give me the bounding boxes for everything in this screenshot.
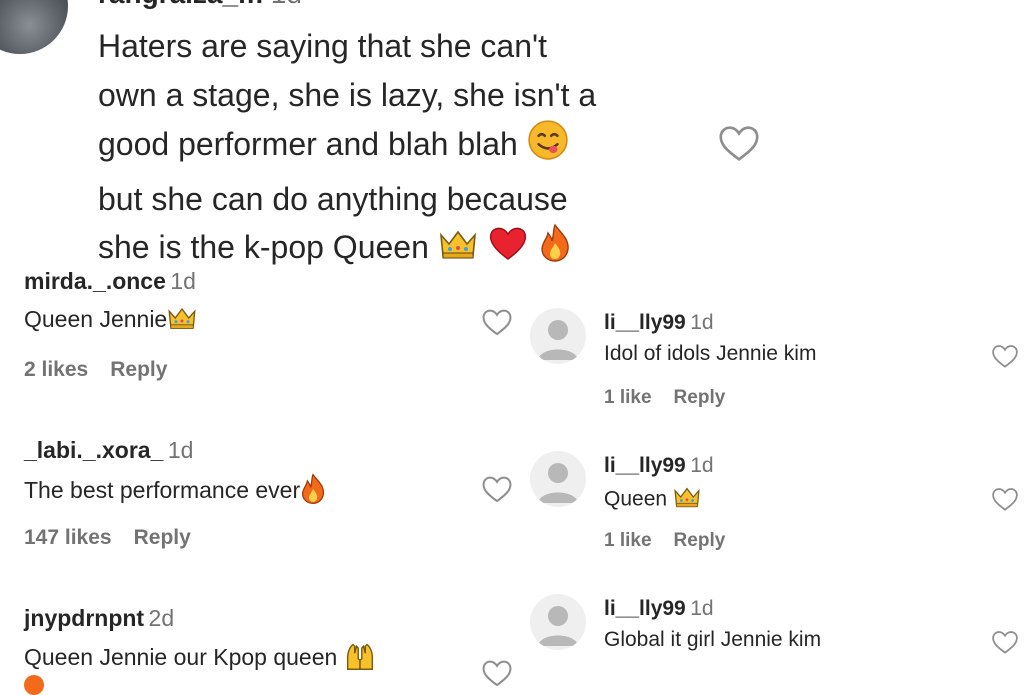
avatar[interactable] <box>0 0 68 54</box>
default-avatar-icon[interactable] <box>530 451 586 507</box>
comment-header: li__lly99 1d <box>604 311 714 335</box>
username[interactable]: li__lly99 <box>604 597 686 620</box>
comment-body: Queen <box>604 487 668 511</box>
comment-header: jnypdrnpnt 2d <box>24 605 174 632</box>
like-heart-icon[interactable] <box>990 627 1020 662</box>
reply-button[interactable]: Reply <box>674 530 726 551</box>
timestamp: 1d <box>167 437 194 463</box>
comment-meta: 1 like Reply <box>604 530 747 552</box>
red-heart-icon <box>487 225 529 275</box>
timestamp: 1d <box>271 0 302 9</box>
username[interactable]: mirda._.once <box>24 268 166 294</box>
raising-hands-icon <box>344 641 376 677</box>
fire-icon <box>538 223 572 277</box>
reply-button[interactable]: Reply <box>134 526 191 549</box>
comment-line: but she can do anything because <box>98 180 568 217</box>
likes-count[interactable]: 1 like <box>604 387 652 408</box>
comment-line: good performer and blah blah <box>98 126 518 163</box>
timestamp: 2d <box>148 605 175 631</box>
comment-header: rangraiza_m 1d <box>98 0 302 10</box>
comment-text: The best performance ever <box>24 473 326 511</box>
like-heart-icon[interactable] <box>990 484 1020 519</box>
reply-button[interactable]: Reply <box>110 358 167 381</box>
fire-icon <box>24 675 44 695</box>
like-heart-icon[interactable] <box>716 120 762 166</box>
comment-line-row: good performer and blah blah <box>98 119 708 175</box>
likes-count[interactable]: 147 likes <box>24 526 112 549</box>
comment-meta: 1 like Reply <box>604 387 747 409</box>
comment-text: Queen Jennie <box>24 305 197 337</box>
comment-line: own a stage, she is lazy, she isn't a <box>98 76 597 113</box>
comment-text: Queen Jennie our Kpop queen <box>24 641 376 677</box>
username[interactable]: li__lly99 <box>604 311 686 334</box>
comment-header: mirda._.once 1d <box>24 268 196 295</box>
comment-line: she is the k-pop Queen <box>98 229 429 266</box>
timestamp: 1d <box>170 268 196 294</box>
comment-body: Queen Jennie <box>24 306 168 333</box>
comment-header: li__lly99 1d <box>604 454 714 478</box>
crown-icon <box>673 485 701 515</box>
comment-meta: 2 likes Reply <box>24 358 189 382</box>
comment-header: li__lly99 1d <box>604 597 714 621</box>
comment-text: Haters are saying that she can't own a s… <box>98 22 708 277</box>
likes-count[interactable]: 2 likes <box>24 358 88 381</box>
fire-icon <box>300 473 326 511</box>
username[interactable]: rangraiza_m <box>98 0 263 9</box>
timestamp: 1d <box>690 597 714 620</box>
comment-body: Queen Jennie our Kpop queen <box>24 644 338 671</box>
like-heart-icon[interactable] <box>480 656 514 695</box>
comment-text: Global it girl Jennie kim <box>604 628 822 651</box>
timestamp: 1d <box>690 454 714 477</box>
likes-count[interactable]: 1 like <box>604 530 652 551</box>
username[interactable]: jnypdrnpnt <box>24 605 144 631</box>
face-savoring-food-icon <box>527 119 569 175</box>
default-avatar-icon[interactable] <box>530 594 586 650</box>
like-heart-icon[interactable] <box>480 472 514 511</box>
comment-body: The best performance ever <box>24 477 301 504</box>
comment-meta: 147 likes Reply <box>24 526 213 550</box>
timestamp: 1d <box>690 311 714 334</box>
username[interactable]: li__lly99 <box>604 454 686 477</box>
reply-button[interactable]: Reply <box>674 387 726 408</box>
like-heart-icon[interactable] <box>990 341 1020 376</box>
default-avatar-icon[interactable] <box>530 308 586 364</box>
comment-line: Haters are saying that she can't <box>98 28 548 64</box>
crown-icon <box>438 226 478 275</box>
like-heart-icon[interactable] <box>480 305 514 344</box>
username[interactable]: _labi._.xora_ <box>24 437 163 463</box>
comment-text: Idol of idols Jennie kim <box>604 342 817 365</box>
comment-header: _labi._.xora_ 1d <box>24 437 193 464</box>
crown-icon <box>167 305 197 337</box>
comment-text: Queen <box>604 485 701 515</box>
